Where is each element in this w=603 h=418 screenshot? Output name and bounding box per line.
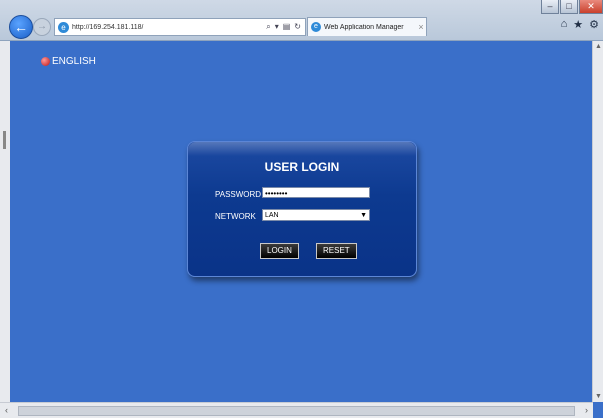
red-bullet-icon (41, 57, 50, 66)
language-selector[interactable]: ENGLISH (41, 56, 96, 67)
gear-icon[interactable]: ⚙ (589, 18, 599, 31)
compatibility-icon[interactable]: ▤ (283, 22, 291, 32)
dropdown-arrow-icon[interactable]: ▼ (360, 210, 367, 221)
reset-button[interactable]: RESET (316, 243, 357, 259)
password-label: PASSWORD (215, 190, 262, 199)
scroll-right-icon[interactable]: › (585, 405, 588, 415)
page-content: ENGLISH USER LOGIN PASSWORD •••••••• NET… (10, 41, 593, 401)
login-button[interactable]: LOGIN (260, 243, 299, 259)
tab-title: Web Application Manager (324, 23, 404, 31)
maximize-button[interactable]: □ (560, 0, 578, 14)
network-label: NETWORK (215, 212, 256, 221)
login-title: USER LOGIN (264, 160, 340, 174)
language-label[interactable]: ENGLISH (52, 56, 96, 67)
search-icon[interactable]: ⌕ (266, 22, 270, 32)
ie-icon: e (58, 21, 69, 33)
close-window-button[interactable]: ✕ (579, 0, 603, 14)
vertical-scrollbar[interactable]: ▲ ▼ (592, 41, 603, 402)
tab-close-icon[interactable]: × (416, 22, 426, 32)
ie-icon: e (311, 22, 321, 32)
address-url[interactable]: http://169.254.181.118/ (72, 24, 266, 31)
browser-chrome: – □ ✕ ← → e http://169.254.181.118/ ⌕ ▾ … (0, 0, 603, 41)
left-edge (0, 41, 10, 402)
minimize-button[interactable]: – (541, 0, 559, 14)
login-panel: USER LOGIN PASSWORD •••••••• NETWORK LAN… (187, 141, 417, 277)
toolbar-icons: ⌂ ★ ⚙ (561, 18, 599, 31)
refresh-icon[interactable]: ↻ (294, 22, 301, 32)
home-icon[interactable]: ⌂ (561, 18, 568, 31)
back-button[interactable]: ← (9, 15, 33, 39)
password-field[interactable]: •••••••• (262, 187, 370, 198)
scroll-down-icon[interactable]: ▼ (595, 393, 602, 400)
edge-marker (3, 131, 6, 149)
address-bar[interactable]: e http://169.254.181.118/ ⌕ ▾ ▤ ↻ (54, 18, 306, 36)
dropdown-icon[interactable]: ▾ (275, 22, 279, 32)
window-controls: – □ ✕ (540, 0, 603, 14)
scrollbar-thumb[interactable] (18, 406, 575, 416)
scroll-up-icon[interactable]: ▲ (595, 43, 602, 50)
network-select[interactable]: LAN ▼ (262, 209, 370, 221)
favorites-icon[interactable]: ★ (573, 18, 583, 31)
horizontal-scrollbar[interactable]: ‹ › (0, 402, 593, 418)
browser-tab[interactable]: e Web Application Manager × (307, 17, 427, 36)
address-tools: ⌕ ▾ ▤ ↻ (266, 22, 305, 32)
scroll-left-icon[interactable]: ‹ (5, 405, 8, 415)
forward-button[interactable]: → (33, 18, 51, 36)
network-select-value: LAN (265, 212, 279, 219)
